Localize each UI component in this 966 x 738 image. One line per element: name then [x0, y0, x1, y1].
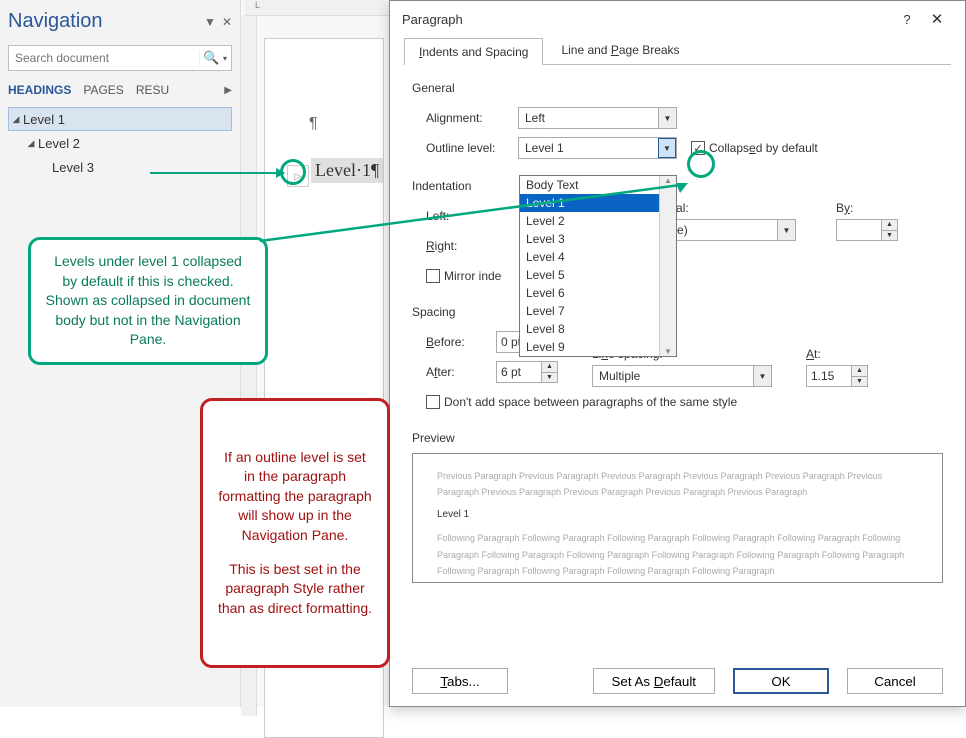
nav-item-level1[interactable]: ◢ Level 1 [8, 107, 232, 131]
preview-box: Previous Paragraph Previous Paragraph Pr… [412, 453, 943, 583]
dialog-title: Paragraph [402, 12, 893, 27]
no-space-label: Don't add space between paragraphs of th… [444, 395, 737, 409]
spin-up-icon[interactable]: ▲ [882, 220, 897, 231]
dialog-tabs: Indents and Spacing Line and Page Breaks [404, 37, 951, 65]
collapse-caret-icon[interactable]: ◢ [24, 138, 38, 149]
spin-up-icon[interactable]: ▲ [542, 362, 557, 373]
mirror-label: Mirror inde [444, 269, 501, 283]
dropdown-option[interactable]: Level 6 [520, 284, 676, 302]
by-indent-input[interactable]: ▲▼ [836, 219, 898, 241]
annotation-arrow [150, 172, 284, 174]
tab-headings[interactable]: HEADINGS [8, 83, 71, 97]
at-spacing-input[interactable]: 1.15▲▼ [806, 365, 868, 387]
pilcrow-mark: ¶ [309, 115, 318, 133]
outline-level-select[interactable]: Level 1 ▼ [518, 137, 677, 159]
before-label: Before: [426, 335, 496, 349]
preview-prev-text: Previous Paragraph Previous Paragraph Pr… [437, 468, 918, 500]
nav-item-label: Level 3 [52, 160, 94, 175]
dialog-body: General Alignment: Left ▼ Outline level:… [390, 65, 965, 593]
preview-next-text: Following Paragraph Following Paragraph … [437, 530, 918, 579]
annotation-callout-green: Levels under level 1 collapsed by defaul… [28, 237, 268, 365]
annotation-arrow [260, 183, 688, 243]
chevron-down-icon[interactable]: ▼ [753, 366, 771, 386]
dropdown-option[interactable]: Level 5 [520, 266, 676, 284]
search-input[interactable] [9, 51, 199, 65]
annotation-text: This is best set in the paragraph Style … [217, 560, 373, 619]
nav-item-label: Level 1 [23, 112, 65, 127]
navigation-title: Navigation [8, 10, 103, 33]
at-label: At: [806, 347, 868, 361]
line-spacing-select[interactable]: Multiple ▼ [592, 365, 772, 387]
spin-up-icon[interactable]: ▲ [852, 366, 867, 377]
cancel-button[interactable]: Cancel [847, 668, 943, 694]
help-icon[interactable]: ? [893, 12, 921, 27]
nav-item-level2[interactable]: ◢ Level 2 [8, 131, 232, 155]
tabs-button[interactable]: Tabs... [412, 668, 508, 694]
headings-list: ◢ Level 1 ◢ Level 2 Level 3 [8, 107, 232, 179]
dropdown-caret-icon[interactable]: ▼ [204, 15, 216, 29]
outline-label: Outline level: [426, 141, 518, 155]
nav-item-level3[interactable]: Level 3 [8, 155, 232, 179]
after-label: After: [426, 365, 496, 379]
section-general: General [412, 81, 943, 95]
spin-down-icon[interactable]: ▼ [542, 373, 557, 383]
tab-indents-spacing[interactable]: Indents and Spacing [404, 38, 543, 65]
navigation-title-bar: Navigation ▼ ✕ [8, 10, 232, 33]
collapsed-label: Collapsed by default [709, 141, 818, 155]
annotation-callout-red: If an outline level is set in the paragr… [200, 398, 390, 668]
annotation-text: If an outline level is set in the paragr… [217, 448, 373, 546]
search-icon[interactable]: 🔍 [199, 50, 223, 66]
dropdown-option[interactable]: Level 4 [520, 248, 676, 266]
tab-results[interactable]: RESU [136, 83, 169, 97]
tab-pages[interactable]: PAGES [83, 83, 123, 97]
after-spacing-input[interactable]: 6 pt▲▼ [496, 361, 558, 383]
section-preview: Preview [412, 431, 943, 445]
annotation-ring [687, 150, 715, 178]
set-default-button[interactable]: Set As Default [593, 668, 715, 694]
ok-button[interactable]: OK [733, 668, 829, 694]
search-box[interactable]: 🔍 ▾ [8, 45, 232, 71]
document-heading-text[interactable]: Level·1¶ [311, 158, 383, 183]
tab-overflow-icon[interactable]: ▶ [224, 85, 232, 96]
annotation-ring [280, 159, 306, 185]
paragraph-dialog: Paragraph ? ✕ Indents and Spacing Line a… [389, 0, 966, 707]
nav-item-label: Level 2 [38, 136, 80, 151]
dialog-buttons: Tabs... Set As Default OK Cancel [390, 668, 965, 694]
preview-sample-text: Level 1 [437, 506, 918, 524]
mirror-checkbox[interactable] [426, 269, 440, 283]
close-icon[interactable]: ✕ [921, 10, 953, 28]
close-icon[interactable]: ✕ [222, 15, 232, 29]
dropdown-option[interactable]: Level 8 [520, 320, 676, 338]
section-spacing: Spacing [412, 305, 943, 319]
search-dropdown-icon[interactable]: ▾ [223, 54, 231, 63]
dropdown-option[interactable]: Level 7 [520, 302, 676, 320]
collapse-caret-icon[interactable]: ◢ [9, 114, 23, 125]
chevron-down-icon[interactable]: ▼ [658, 138, 676, 158]
navigation-tabs: HEADINGS PAGES RESU ▶ [8, 83, 232, 97]
by-label: By: [836, 201, 898, 215]
chevron-down-icon[interactable]: ▼ [777, 220, 795, 240]
spin-down-icon[interactable]: ▼ [882, 231, 897, 241]
scroll-down-icon[interactable]: ▼ [664, 347, 672, 356]
tab-line-breaks[interactable]: Line and Page Breaks [547, 37, 693, 64]
alignment-select[interactable]: Left ▼ [518, 107, 677, 129]
horizontal-ruler[interactable]: L [245, 0, 405, 16]
alignment-label: Alignment: [426, 111, 518, 125]
no-space-checkbox[interactable] [426, 395, 440, 409]
dialog-titlebar[interactable]: Paragraph ? ✕ [390, 1, 965, 37]
chevron-down-icon[interactable]: ▼ [658, 108, 676, 128]
spin-down-icon[interactable]: ▼ [852, 377, 867, 387]
dropdown-option[interactable]: Level 9 [520, 338, 676, 356]
